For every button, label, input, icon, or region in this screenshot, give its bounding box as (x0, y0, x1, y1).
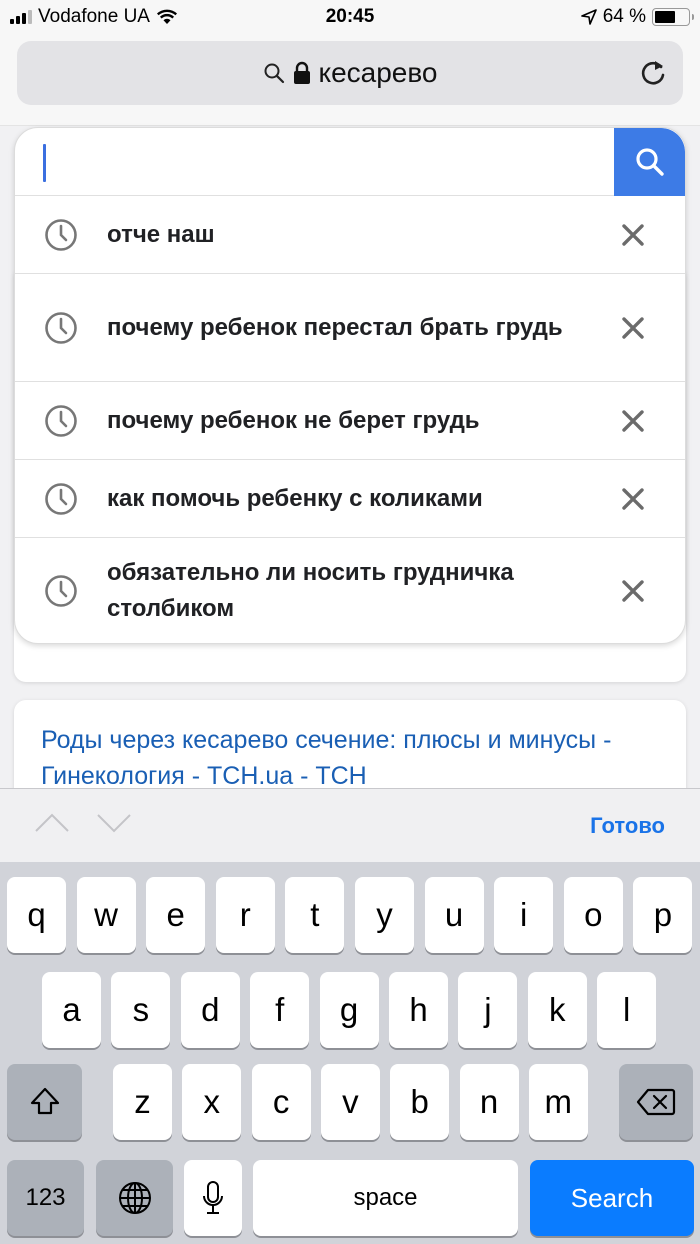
done-button[interactable]: Готово (590, 813, 665, 839)
key-h[interactable]: h (389, 972, 448, 1048)
key-e[interactable]: e (146, 877, 206, 953)
key-b[interactable]: b (390, 1064, 450, 1140)
key-l[interactable]: l (597, 972, 657, 1048)
key-m[interactable]: m (528, 1064, 588, 1140)
close-icon[interactable] (621, 223, 645, 247)
suggestion-text: почему ребенок перестал брать грудь (107, 313, 563, 341)
history-clock-icon (45, 482, 77, 515)
suggestion-item[interactable]: почему ребенок перестал брать грудь (15, 274, 685, 382)
shift-icon (30, 1087, 59, 1115)
shift-key[interactable] (7, 1064, 82, 1140)
dictation-key[interactable] (184, 1160, 242, 1236)
key-c[interactable]: c (251, 1064, 311, 1140)
key-v[interactable]: v (320, 1064, 380, 1140)
suggestion-text: обязательно ли носить грудничка столбико… (107, 559, 514, 622)
address-query: кесарево (318, 57, 438, 88)
key-d[interactable]: d (180, 972, 240, 1048)
close-icon[interactable] (621, 579, 645, 603)
search-input[interactable] (15, 128, 685, 196)
result-title-link[interactable]: Роды через кесарево сечение: плюсы и мин… (41, 722, 671, 788)
history-clock-icon (45, 311, 77, 344)
key-r[interactable]: r (215, 877, 275, 953)
key-p[interactable]: p (633, 877, 693, 953)
backspace-key[interactable] (619, 1064, 693, 1140)
key-y[interactable]: y (355, 877, 414, 953)
key-w[interactable]: w (76, 877, 136, 953)
key-j[interactable]: j (458, 972, 518, 1048)
backspace-icon (636, 1088, 676, 1116)
key-s[interactable]: s (111, 972, 171, 1048)
suggestion-text: отче наш (107, 220, 215, 248)
battery-percent: 64 % (602, 6, 646, 27)
key-a[interactable]: a (42, 972, 101, 1048)
suggestion-text: как помочь ребенку с коликами (107, 484, 483, 512)
close-icon[interactable] (621, 487, 645, 511)
key-k[interactable]: k (527, 972, 587, 1048)
status-bar: Vodafone UA 20:45 64 % (0, 0, 700, 36)
history-clock-icon (45, 404, 77, 437)
globe-icon (118, 1182, 151, 1214)
history-clock-icon (45, 575, 77, 607)
suggestion-item[interactable]: отче наш (15, 196, 685, 274)
microphone-icon (203, 1181, 223, 1214)
key-q[interactable]: q (7, 877, 66, 953)
key-x[interactable]: x (182, 1064, 242, 1140)
key-i[interactable]: i (494, 877, 554, 953)
search-icon (264, 63, 284, 84)
reload-icon[interactable] (637, 57, 669, 89)
location-arrow-icon (580, 9, 597, 25)
text-cursor (43, 144, 46, 182)
on-screen-keyboard: 123 space Search qwertyuiop asdfghjkl zxcv… (0, 862, 700, 1244)
chevron-down-icon[interactable] (96, 811, 132, 835)
key-z[interactable]: z (113, 1064, 172, 1140)
search-icon (635, 148, 664, 176)
result-card: Роды через кесарево сечение: плюсы и мин… (14, 700, 686, 788)
history-clock-icon (45, 218, 77, 251)
key-o[interactable]: o (563, 877, 623, 953)
lock-icon (293, 61, 310, 84)
key-f[interactable]: f (250, 972, 310, 1048)
numbers-key[interactable]: 123 (7, 1160, 84, 1236)
battery-icon (652, 8, 694, 26)
suggestion-item[interactable]: как помочь ребенку с коликами (15, 460, 685, 538)
keyboard-accessory-bar: Готово (0, 788, 700, 862)
search-button[interactable] (614, 128, 685, 196)
close-icon[interactable] (621, 316, 645, 340)
close-icon[interactable] (621, 409, 645, 433)
globe-key[interactable] (96, 1160, 173, 1236)
battery-fill (655, 11, 676, 23)
search-suggestions-dropdown: отче наш почему ребенок перестал брать г… (14, 127, 686, 644)
address-display[interactable]: кесарево (17, 41, 683, 105)
key-t[interactable]: t (285, 877, 345, 953)
key-u[interactable]: u (424, 877, 484, 953)
suggestion-item[interactable]: обязательно ли носить грудничка столбико… (15, 538, 685, 643)
space-key[interactable]: space (253, 1160, 518, 1236)
chevron-up-icon[interactable] (34, 811, 70, 835)
browser-toolbar: кесарево (0, 36, 700, 126)
status-right: 64 % (580, 6, 694, 28)
address-bar[interactable]: кесарево (17, 41, 683, 105)
key-g[interactable]: g (319, 972, 379, 1048)
key-n[interactable]: n (459, 1064, 519, 1140)
suggestion-item[interactable]: почему ребенок не берет грудь (15, 382, 685, 460)
suggestion-text: почему ребенок не берет грудь (107, 406, 480, 434)
search-key[interactable]: Search (530, 1160, 694, 1236)
